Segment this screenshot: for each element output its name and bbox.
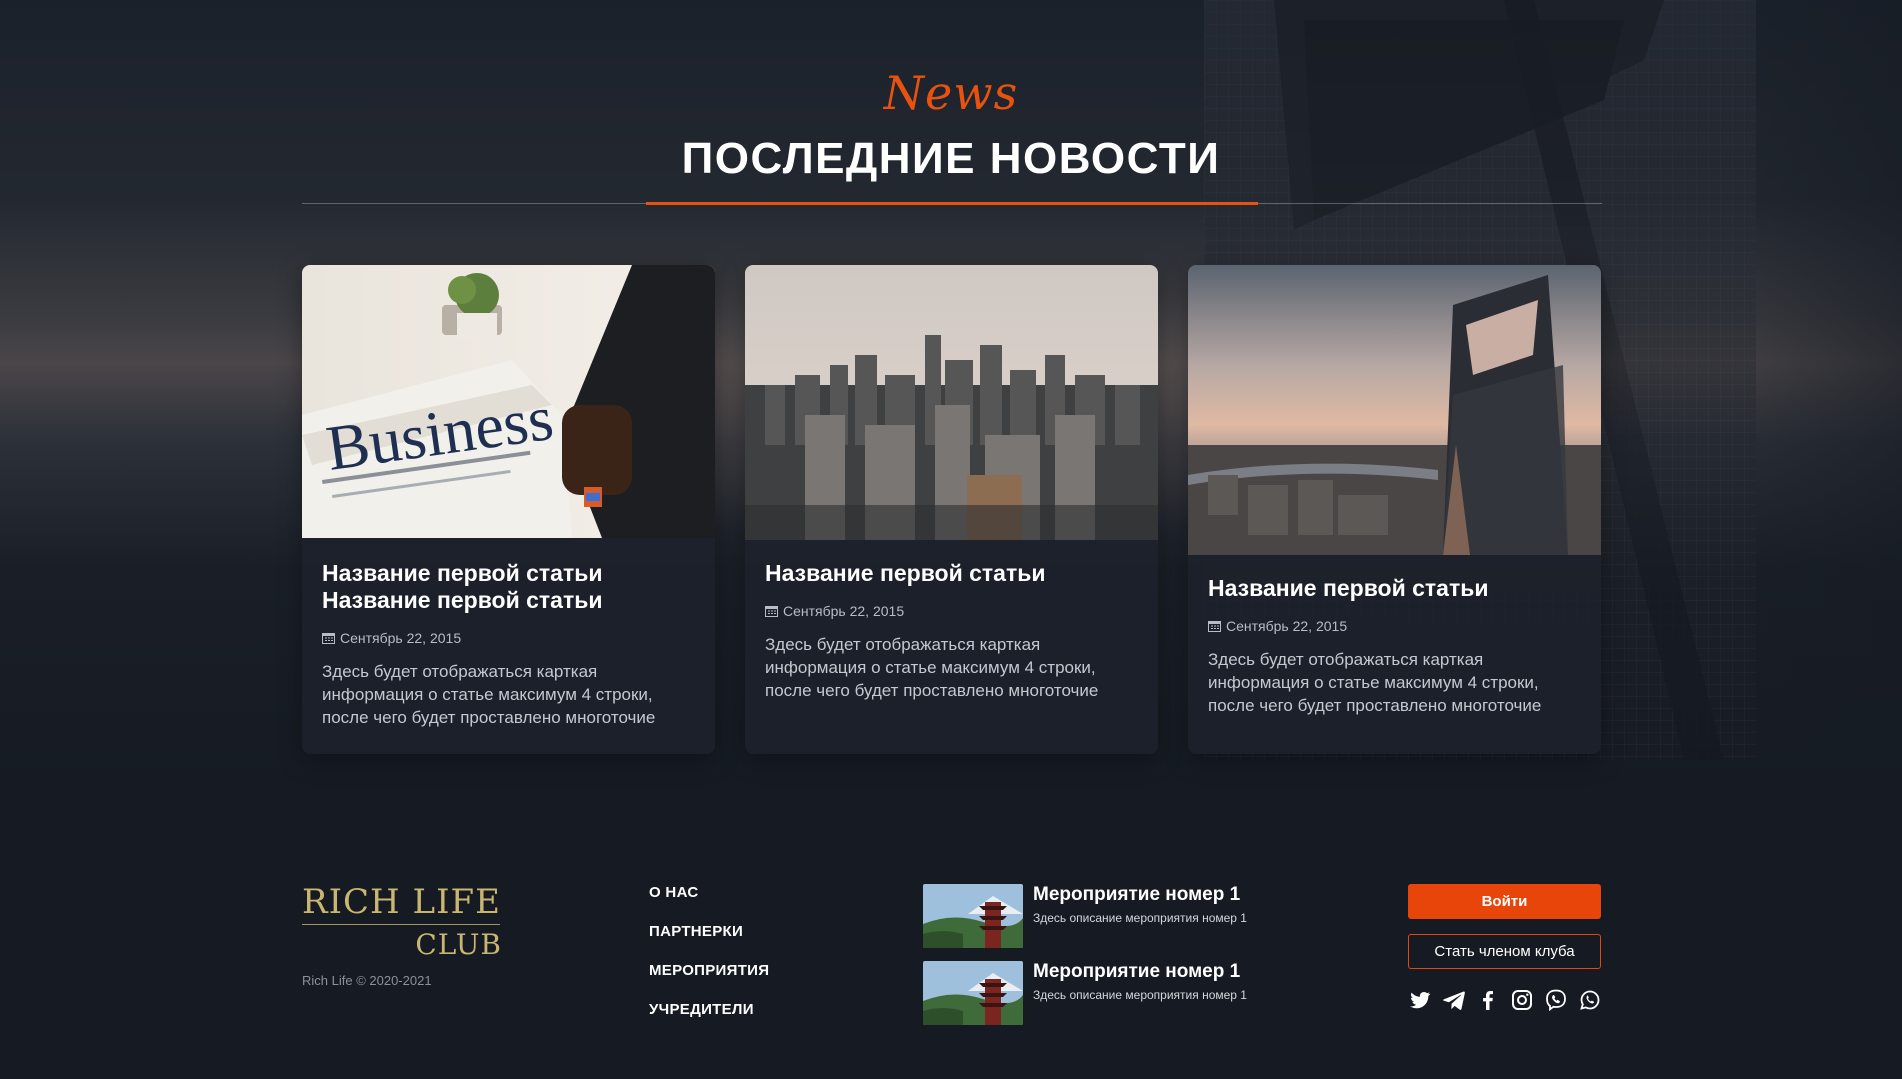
section-divider-accent <box>646 202 1258 205</box>
news-image-business[interactable]: Business <box>302 265 715 538</box>
login-button[interactable]: Войти <box>1408 884 1601 919</box>
footer-nav-about[interactable]: О НАС <box>649 884 769 923</box>
event-image-pagoda[interactable] <box>923 961 1023 1025</box>
news-title[interactable]: Название первой статьи <box>1208 575 1581 602</box>
event-title[interactable]: Мероприятие номер 1 <box>1033 884 1247 906</box>
event-description: Здесь описание мероприятия номер 1 <box>1033 988 1247 1002</box>
event-item[interactable]: Мероприятие номер 1 Здесь описание мероп… <box>923 961 1247 1025</box>
news-excerpt: Здесь будет отображаться карткая информа… <box>322 662 656 727</box>
footer-nav: О НАС ПАРТНЕРКИ МЕРОПРИЯТИЯ УЧРЕДИТЕЛИ <box>649 884 769 1040</box>
news-image-tower[interactable] <box>1188 265 1601 555</box>
logo-text-rich-life: RICH LIFE <box>302 882 501 922</box>
news-meta: Сентябрь 22, 2015 <box>1208 618 1581 634</box>
instagram-icon[interactable] <box>1510 988 1534 1012</box>
news-meta: Сентябрь 22, 2015 <box>765 603 1138 619</box>
twitter-icon[interactable] <box>1408 988 1432 1012</box>
footer-nav-founders[interactable]: УЧРЕДИТЕЛИ <box>649 1001 769 1040</box>
news-excerpt: Здесь будет отображаться карткая информа… <box>1208 650 1542 715</box>
news-title[interactable]: Название первой статьи <box>765 560 1138 587</box>
facebook-icon[interactable] <box>1476 988 1500 1012</box>
copyright: Rich Life © 2020-2021 <box>302 973 432 988</box>
calendar-icon <box>765 606 778 617</box>
event-image-pagoda[interactable] <box>923 884 1023 948</box>
event-title[interactable]: Мероприятие номер 1 <box>1033 961 1247 983</box>
news-date: Сентябрь 22, 2015 <box>340 630 462 646</box>
news-title[interactable]: Название первой статьи Название первой с… <box>322 560 695 614</box>
telegram-icon[interactable] <box>1442 988 1466 1012</box>
event-description: Здесь описание мероприятия номер 1 <box>1033 911 1247 925</box>
event-item[interactable]: Мероприятие номер 1 Здесь описание мероп… <box>923 884 1247 948</box>
social-links <box>1408 988 1602 1012</box>
calendar-icon <box>322 633 335 644</box>
news-excerpt: Здесь будет отображаться карткая информа… <box>765 635 1099 700</box>
footer-nav-events[interactable]: МЕРОПРИЯТИЯ <box>649 962 769 1001</box>
section-eyebrow: News <box>883 66 1019 120</box>
footer-logo[interactable]: RICH LIFE CLUB <box>302 884 502 959</box>
news-image-city[interactable] <box>745 265 1158 540</box>
footer-nav-partners[interactable]: ПАРТНЕРКИ <box>649 923 769 962</box>
news-card[interactable]: Business Название первой статьи Название… <box>302 265 715 754</box>
news-card[interactable]: Название первой статьи Сентябрь 22, 2015… <box>745 265 1158 754</box>
news-date: Сентябрь 22, 2015 <box>1226 618 1348 634</box>
join-club-button[interactable]: Стать членом клуба <box>1408 934 1601 969</box>
whatsapp-icon[interactable] <box>1578 988 1602 1012</box>
section-title: ПОСЛЕДНИЕ НОВОСТИ <box>681 134 1221 183</box>
news-meta: Сентябрь 22, 2015 <box>322 630 695 646</box>
logo-text-club: CLUB <box>415 928 502 961</box>
news-card[interactable]: Название первой статьи Сентябрь 22, 2015… <box>1188 265 1601 754</box>
calendar-icon <box>1208 621 1221 632</box>
viber-icon[interactable] <box>1544 988 1568 1012</box>
logo-divider <box>302 924 500 925</box>
news-date: Сентябрь 22, 2015 <box>783 603 905 619</box>
